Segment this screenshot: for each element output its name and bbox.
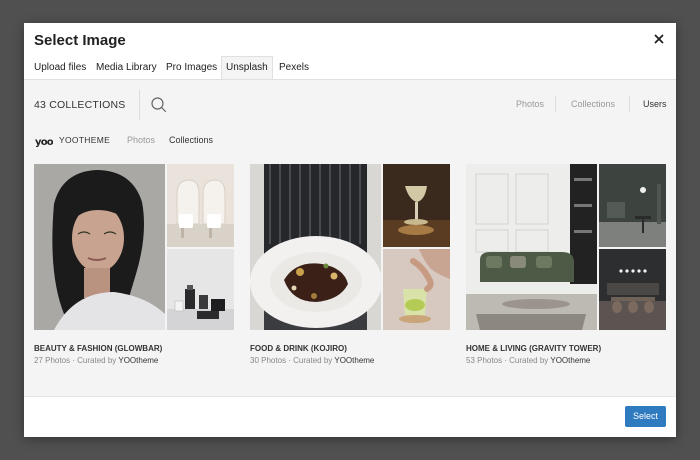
collection-meta: 27 Photos · Curated by YOOtheme <box>34 356 158 365</box>
user-bar: yoo YOOTHEME Photos Collections <box>24 129 676 163</box>
collection-cover-image <box>34 164 165 330</box>
modal-title: Select Image <box>34 32 126 49</box>
collection-title: HOME & LIVING (GRAVITY TOWER) <box>466 344 602 353</box>
collection-photo-count: 27 Photos <box>34 356 71 365</box>
collection-meta: 30 Photos · Curated by YOOtheme <box>250 356 374 365</box>
close-icon[interactable] <box>652 32 666 46</box>
filter-photos[interactable]: Photos <box>516 99 544 109</box>
collection-title: BEAUTY & FASHION (GLOWBAR) <box>34 344 163 353</box>
tab-media-library[interactable]: Media Library <box>92 56 161 80</box>
collections-toolbar: 43 COLLECTIONS Photos Collections Users <box>24 80 676 129</box>
collection-mosaic <box>466 164 666 330</box>
collection-photo-count: 30 Photos <box>250 356 287 365</box>
collection-curator: YOOtheme <box>334 356 375 365</box>
collections-count: 43 COLLECTIONS <box>34 99 126 111</box>
collection-curator: YOOtheme <box>118 356 159 365</box>
collection-curated-prefix: · Curated by <box>70 356 119 365</box>
select-button[interactable]: Select <box>625 406 666 427</box>
user-collections-link[interactable]: Collections <box>169 135 213 145</box>
collection-curated-prefix: · Curated by <box>286 356 335 365</box>
collection-meta: 53 Photos · Curated by YOOtheme <box>466 356 590 365</box>
collection-thumb-image <box>167 164 234 247</box>
filter-collections[interactable]: Collections <box>571 99 615 109</box>
collection-thumb-image <box>167 249 234 330</box>
source-tabs: Upload files Media Library Pro Images Un… <box>24 56 676 80</box>
collection-photo-count: 53 Photos <box>466 356 503 365</box>
tab-pexels[interactable]: Pexels <box>275 56 313 80</box>
collection-thumb-image <box>599 249 666 330</box>
tab-upload-files[interactable]: Upload files <box>30 56 90 80</box>
user-name: YOOTHEME <box>59 135 111 145</box>
collection-cover-image <box>466 164 597 330</box>
filter-users[interactable]: Users <box>643 99 667 109</box>
collection-thumb-image <box>599 164 666 247</box>
collection-thumb-image <box>383 249 450 330</box>
collection-mosaic <box>34 164 234 330</box>
collection-curator: YOOtheme <box>550 356 591 365</box>
yootheme-logo: yoo <box>35 134 55 148</box>
unsplash-panel: 43 COLLECTIONS Photos Collections Users … <box>24 80 676 396</box>
modal-header: Select Image Upload files Media Library … <box>24 23 676 80</box>
filter-divider <box>555 96 556 112</box>
footer-divider <box>24 396 676 397</box>
collection-curated-prefix: · Curated by <box>502 356 551 365</box>
collection-mosaic <box>250 164 450 330</box>
collection-title: FOOD & DRINK (KOJIRO) <box>250 344 347 353</box>
toolbar-divider <box>139 90 140 120</box>
collection-thumb-image <box>383 164 450 247</box>
filter-divider <box>629 96 630 112</box>
select-image-modal: Select Image Upload files Media Library … <box>24 23 676 437</box>
collection-cover-image <box>250 164 381 330</box>
svg-text:yoo: yoo <box>35 137 53 147</box>
search-icon[interactable] <box>150 96 167 113</box>
user-photos-link[interactable]: Photos <box>127 135 155 145</box>
tab-pro-images[interactable]: Pro Images <box>162 56 221 80</box>
tab-unsplash[interactable]: Unsplash <box>221 56 273 80</box>
